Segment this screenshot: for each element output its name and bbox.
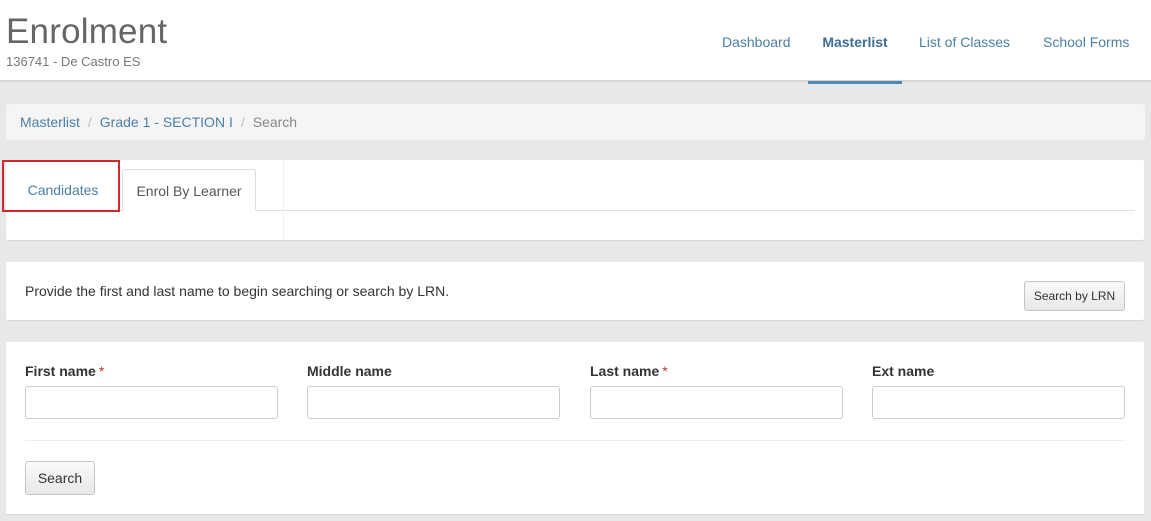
first-name-label: First name * — [25, 363, 104, 379]
tabs-vertical-divider — [283, 160, 284, 240]
ext-name-input[interactable] — [872, 386, 1125, 419]
first-name-input[interactable] — [25, 386, 278, 419]
search-info-panel: Provide the first and last name to begin… — [6, 262, 1144, 320]
search-by-lrn-button[interactable]: Search by LRN — [1024, 281, 1125, 311]
tab-enrol-by-learner[interactable]: Enrol By Learner — [122, 169, 256, 211]
nav-dashboard[interactable]: Dashboard — [722, 0, 791, 82]
breadcrumb-section[interactable]: Grade 1 - SECTION I — [100, 114, 233, 130]
breadcrumb: Masterlist / Grade 1 - SECTION I / Search — [6, 104, 1145, 140]
middle-name-label: Middle name — [307, 363, 392, 379]
nav-school-forms[interactable]: School Forms — [1043, 0, 1129, 82]
form-divider — [25, 440, 1126, 441]
ext-name-label: Ext name — [872, 363, 935, 379]
nav-masterlist-label: Masterlist — [822, 34, 888, 50]
school-subtitle: 136741 - De Castro ES — [6, 54, 141, 69]
top-bar: Enrolment 136741 - De Castro ES Dashboar… — [0, 0, 1151, 84]
breadcrumb-current: Search — [252, 114, 298, 130]
breadcrumb-separator: / — [87, 114, 92, 130]
required-marker: * — [98, 363, 105, 379]
nav-list-of-classes[interactable]: List of Classes — [919, 0, 1010, 82]
page-title: Enrolment — [6, 12, 168, 51]
breadcrumb-separator: / — [240, 114, 245, 130]
first-name-label-text: First name — [25, 363, 96, 379]
nav-masterlist[interactable]: Masterlist — [808, 0, 902, 84]
tabs-panel: Candidates Enrol By Learner — [6, 160, 1144, 240]
tab-candidates[interactable]: Candidates — [6, 169, 120, 211]
search-instructions: Provide the first and last name to begin… — [25, 283, 450, 299]
search-button[interactable]: Search — [25, 461, 95, 495]
middle-name-input[interactable] — [307, 386, 560, 419]
last-name-label: Last name * — [590, 363, 668, 379]
last-name-input[interactable] — [590, 386, 843, 419]
breadcrumb-masterlist[interactable]: Masterlist — [20, 114, 80, 130]
last-name-label-text: Last name — [590, 363, 660, 379]
search-form-panel: First name * Middle name Last name * Ext n… — [6, 342, 1144, 514]
nav-active-underline — [808, 81, 902, 84]
required-marker: * — [662, 363, 668, 379]
